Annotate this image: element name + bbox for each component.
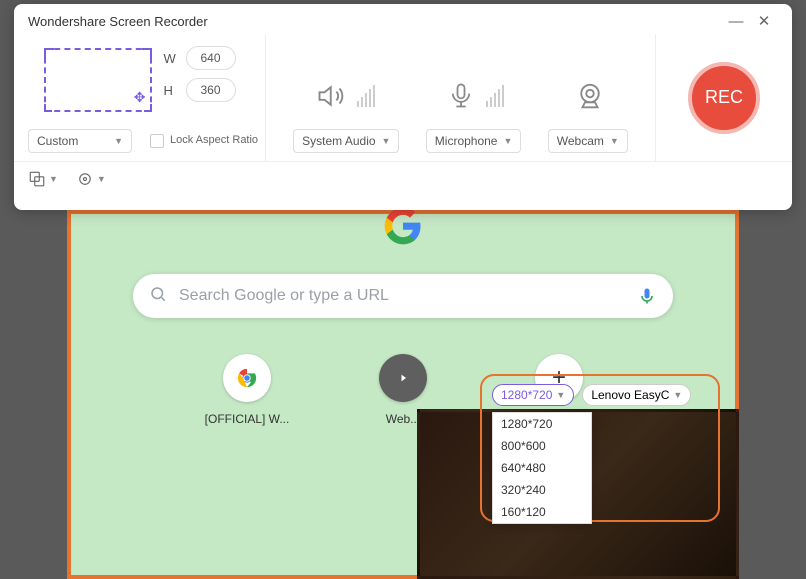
capture-frame-preview[interactable]: ✥ xyxy=(44,48,152,112)
width-label: W xyxy=(164,51,178,66)
bottom-toolbar: ▼ ▼ xyxy=(14,162,792,196)
checkbox-icon xyxy=(150,134,164,148)
chevron-down-icon: ▼ xyxy=(49,174,58,184)
preset-select[interactable]: Custom ▼ xyxy=(28,129,132,153)
move-icon: ✥ xyxy=(134,89,146,106)
search-placeholder: Search Google or type a URL xyxy=(179,287,637,305)
shortcut-label: [OFFICIAL] W... xyxy=(199,412,295,426)
microphone-icon xyxy=(444,79,478,113)
window-title: Wondershare Screen Recorder xyxy=(28,14,722,29)
height-label: H xyxy=(164,83,178,98)
record-button[interactable]: REC xyxy=(688,62,760,134)
chevron-down-icon: ▼ xyxy=(673,390,682,400)
level-meter xyxy=(486,85,504,107)
camera-value: Lenovo EasyC xyxy=(591,388,669,402)
chevron-down-icon: ▼ xyxy=(97,174,106,184)
resolution-select[interactable]: 1280*720 ▼ xyxy=(492,384,574,406)
resolution-value: 1280*720 xyxy=(501,388,552,402)
chevron-down-icon: ▼ xyxy=(556,390,565,400)
chevron-down-icon: ▼ xyxy=(503,136,512,146)
system-audio-select[interactable]: System Audio▼ xyxy=(293,129,399,153)
record-section: REC xyxy=(656,34,792,161)
resolution-option[interactable]: 800*600 xyxy=(493,435,591,457)
resolution-dropdown: 1280*720 800*600 640*480 320*240 160*120 xyxy=(492,412,592,524)
speaker-icon xyxy=(315,79,349,113)
google-logo xyxy=(383,206,423,246)
minimize-button[interactable]: — xyxy=(722,13,750,30)
webcam-settings-panel: 1280*720 ▼ Lenovo EasyC ▼ 1280*720 800*6… xyxy=(480,374,720,522)
browser-search-bar[interactable]: Search Google or type a URL xyxy=(133,274,673,318)
system-audio-source xyxy=(315,79,375,113)
microphone-source xyxy=(444,79,504,113)
chevron-down-icon: ▼ xyxy=(382,136,391,146)
export-icon[interactable]: ▼ xyxy=(28,170,58,188)
resolution-option[interactable]: 1280*720 xyxy=(493,413,591,435)
resolution-option[interactable]: 160*120 xyxy=(493,501,591,523)
shortcut-item[interactable]: [OFFICIAL] W... xyxy=(199,354,295,426)
level-meter xyxy=(357,85,375,107)
height-input[interactable] xyxy=(186,78,236,102)
lock-aspect-label: Lock Aspect Ratio xyxy=(170,134,258,147)
chevron-down-icon: ▼ xyxy=(114,136,123,146)
preset-value: Custom xyxy=(37,134,78,148)
capture-section: ✥ W H Custom ▼ Lock Aspect xyxy=(14,34,266,161)
titlebar: Wondershare Screen Recorder — ✕ xyxy=(14,4,792,34)
mic-icon[interactable] xyxy=(637,286,657,306)
search-icon xyxy=(149,285,167,308)
lock-aspect-checkbox[interactable]: Lock Aspect Ratio xyxy=(150,134,258,148)
webcam-select[interactable]: Webcam▼ xyxy=(548,129,628,153)
recorder-window: Wondershare Screen Recorder — ✕ ✥ W H xyxy=(14,4,792,210)
settings-icon[interactable]: ▼ xyxy=(76,170,106,188)
close-button[interactable]: ✕ xyxy=(750,12,778,30)
sources-section: System Audio▼ Microphone▼ Webcam▼ xyxy=(266,34,656,161)
microphone-select[interactable]: Microphone▼ xyxy=(426,129,522,153)
resolution-option[interactable]: 640*480 xyxy=(493,457,591,479)
camera-select[interactable]: Lenovo EasyC ▼ xyxy=(582,384,691,406)
webcam-source xyxy=(573,79,607,113)
width-input[interactable] xyxy=(186,46,236,70)
resolution-option[interactable]: 320*240 xyxy=(493,479,591,501)
chevron-down-icon: ▼ xyxy=(610,136,619,146)
capture-region-overlay: Search Google or type a URL [OFFICIAL] W… xyxy=(67,210,739,579)
webcam-icon xyxy=(573,79,607,113)
